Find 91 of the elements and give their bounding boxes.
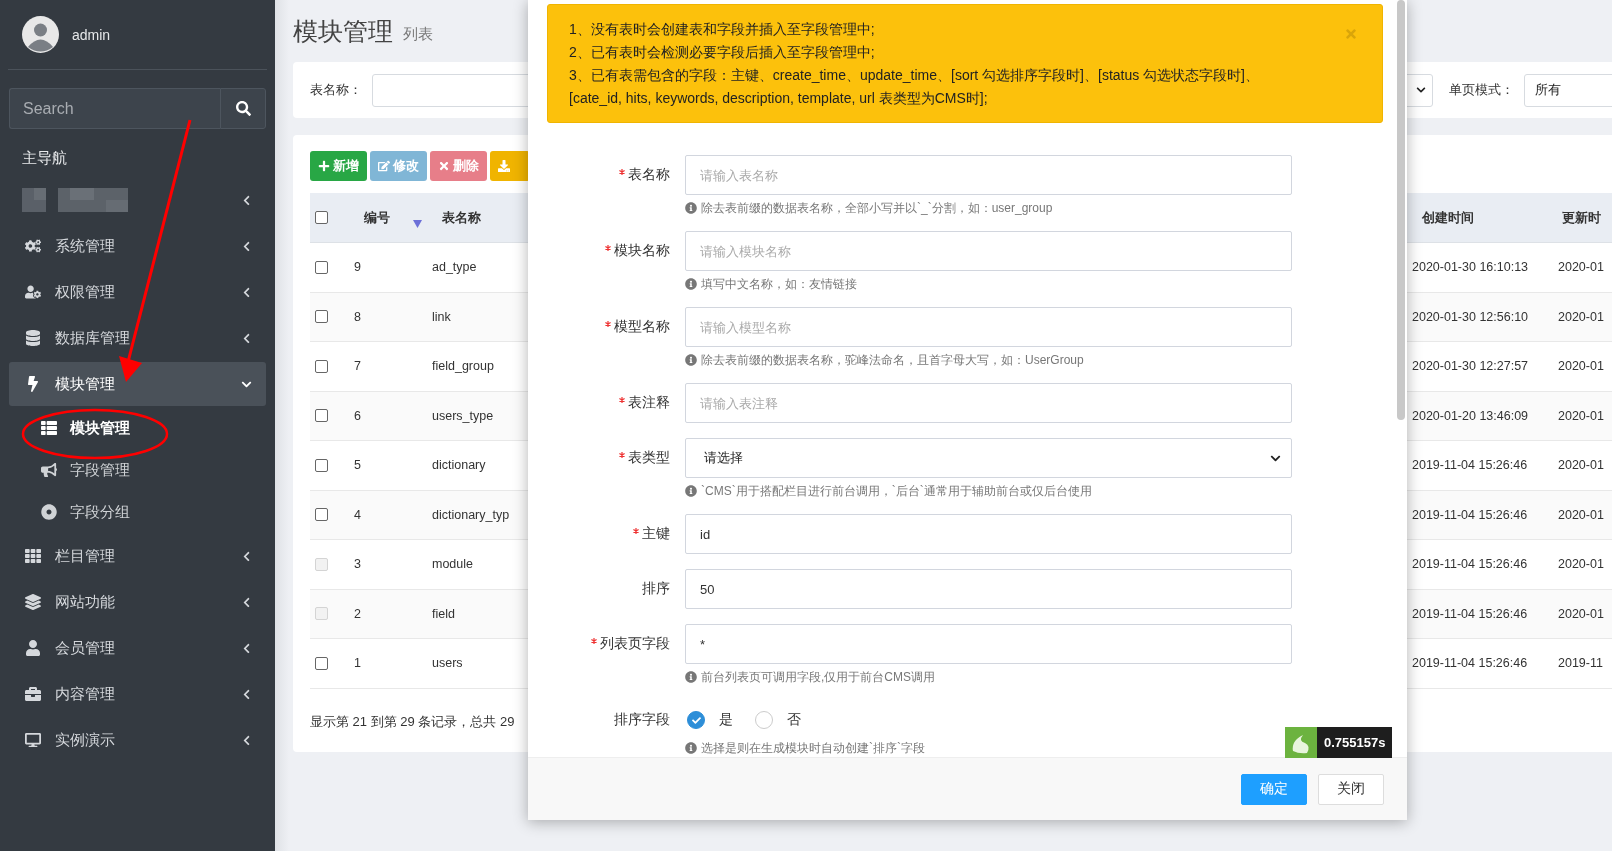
nav-item[interactable]: 内容管理 [9, 672, 266, 716]
table-cell: 2019-11-04 15:26:46 [1412, 507, 1528, 522]
filter-label: 表名称： [310, 81, 362, 99]
table-cell: 2020-01 [1558, 309, 1604, 324]
field-label: 排序字段 [613, 710, 670, 729]
field-hint: 除去表前缀的数据表名称，驼峰法命名，且首字母大写，如：UserGroup [701, 351, 1084, 369]
alert-text: 1、没有表时会创建表和字段并插入至字段管理中; [569, 20, 875, 39]
table-cell: 2019-11-04 15:26:46 [1412, 606, 1528, 621]
table-cell: users [432, 656, 463, 671]
table-cell: 7 [354, 359, 361, 374]
field-label: 模型名称 [547, 307, 670, 347]
table-cell: 2020-01 [1558, 359, 1604, 374]
field-hint: 填写中文名称，如：友情链接 [701, 275, 857, 293]
page-subtitle: 列表 [403, 24, 433, 44]
field-hint: 前台列表页可调用字段,仅用于前台CMS调用 [701, 668, 935, 686]
input-field[interactable]: 请输入表注释 [685, 383, 1292, 423]
table-cell: 2019-11 [1558, 656, 1603, 671]
table-cell: 2019-11-04 15:26:46 [1412, 557, 1528, 572]
radio-label: 否 [787, 711, 801, 729]
page-title: 模块管理 [293, 15, 393, 47]
input-field[interactable]: 请输入表名称 [685, 155, 1292, 195]
table-cell: users_type [432, 408, 494, 423]
radio-label: 是 [719, 711, 733, 729]
input-field[interactable]: 请输入模块名称 [685, 231, 1292, 271]
table-cell: 2 [354, 606, 361, 621]
table-cell: 2020-01-30 12:56:10 [1412, 309, 1529, 324]
field-hint: 选择是则在生成模块时自动创建`排序`字段 [701, 739, 925, 757]
nav-item[interactable]: 实例演示 [9, 718, 266, 762]
table-cell: 2020-01-30 12:27:57 [1412, 359, 1529, 374]
table-cell: 8 [354, 309, 361, 324]
nav-subitem[interactable]: 字段分组 [9, 491, 266, 533]
table-cell: 3 [354, 557, 361, 572]
table-cell: dictionary [432, 458, 486, 473]
table-cell: 2020-01 [1558, 507, 1604, 522]
input-field[interactable]: 请输入模型名称 [685, 307, 1292, 347]
search-field[interactable]: Search [9, 88, 220, 129]
field-label: 排序 [641, 579, 670, 598]
table-cell: 2020-01 [1558, 557, 1604, 572]
nav-item[interactable]: 会员管理 [9, 626, 266, 670]
field-label: 列表页字段 [547, 624, 670, 664]
field-hint: `CMS`用于搭配栏目进行前台调用，`后台`通常用于辅助前台或仅后台使用 [701, 482, 1092, 500]
close-button[interactable]: 关闭 [1318, 773, 1384, 805]
nav-subitem[interactable]: 模块管理 [9, 407, 266, 449]
field-label: 表注释 [547, 383, 670, 423]
pagination-info: 显示第 21 到第 29 条记录，总共 29 [310, 712, 515, 731]
filter-label: 单页模式： [1449, 81, 1514, 99]
filter-input[interactable]: 所有 [1524, 73, 1612, 107]
nav-item[interactable]: 权限管理 [9, 270, 266, 314]
input-field[interactable]: 50 [685, 569, 1292, 609]
column-header[interactable]: 表名称 [442, 208, 481, 227]
column-header[interactable]: 编号 [364, 208, 390, 227]
field-label: 主键 [547, 514, 670, 554]
nav-item[interactable]: 数据库管理 [9, 316, 266, 360]
nav-subitem[interactable]: 字段管理 [9, 449, 266, 491]
table-cell: field [432, 606, 455, 621]
nav-header: 主导航 [22, 149, 68, 168]
user-name: admin [72, 26, 111, 43]
table-cell: 2020-01 [1558, 606, 1604, 621]
table-cell: 4 [354, 507, 361, 522]
table-cell: 2020-01 [1558, 458, 1604, 473]
table-cell: dictionary_typ [432, 507, 510, 522]
nav-item[interactable]: 系统管理 [9, 224, 266, 268]
field-label: 模块名称 [547, 231, 670, 271]
alert-text: 2、已有表时会检测必要字段后插入至字段管理中; [569, 43, 875, 62]
table-cell: 2020-01-20 13:46:09 [1412, 408, 1529, 423]
nav-item[interactable]: 网站功能 [9, 580, 266, 624]
table-cell: 6 [354, 408, 361, 423]
field-label: 表名称 [547, 155, 670, 195]
table-cell: field_group [432, 359, 494, 374]
alert-text: [cate_id, hits, keywords, description, template, url 表类型为CMS时]; [569, 89, 988, 108]
column-header[interactable]: 创建时间 [1422, 208, 1474, 227]
table-cell: 1 [354, 656, 361, 671]
table-cell: 2020-01 [1558, 408, 1604, 423]
nav-item[interactable]: 模块管理 [9, 362, 266, 406]
field-hint: 除去表前缀的数据表名称，全部小写并以`_`分割，如：user_group [701, 199, 1053, 217]
table-cell: 2020-01-30 16:10:13 [1412, 260, 1529, 275]
table-cell: 2020-01 [1558, 260, 1604, 275]
table-cell: link [432, 309, 451, 324]
alert-text: 3、已有表需包含的字段：主键、create_time、update_time、[sort 勾选排序字段时]、[status 勾选状态字段时]、 [569, 66, 1259, 85]
table-cell: 2019-11-04 15:26:46 [1412, 656, 1528, 671]
input-field[interactable]: id [685, 514, 1292, 554]
table-cell: 2019-11-04 15:26:46 [1412, 458, 1528, 473]
timer-text: 0.755157s [1317, 727, 1393, 758]
table-cell: 5 [354, 458, 361, 473]
table-cell: ad_type [432, 260, 477, 275]
table-cell: module [432, 557, 473, 572]
nav-item[interactable]: 栏目管理 [9, 534, 266, 578]
table-cell: 9 [354, 260, 361, 275]
select-field[interactable]: 请选择 [685, 438, 1292, 478]
input-field[interactable]: * [685, 624, 1292, 664]
field-label: 表类型 [547, 438, 670, 478]
